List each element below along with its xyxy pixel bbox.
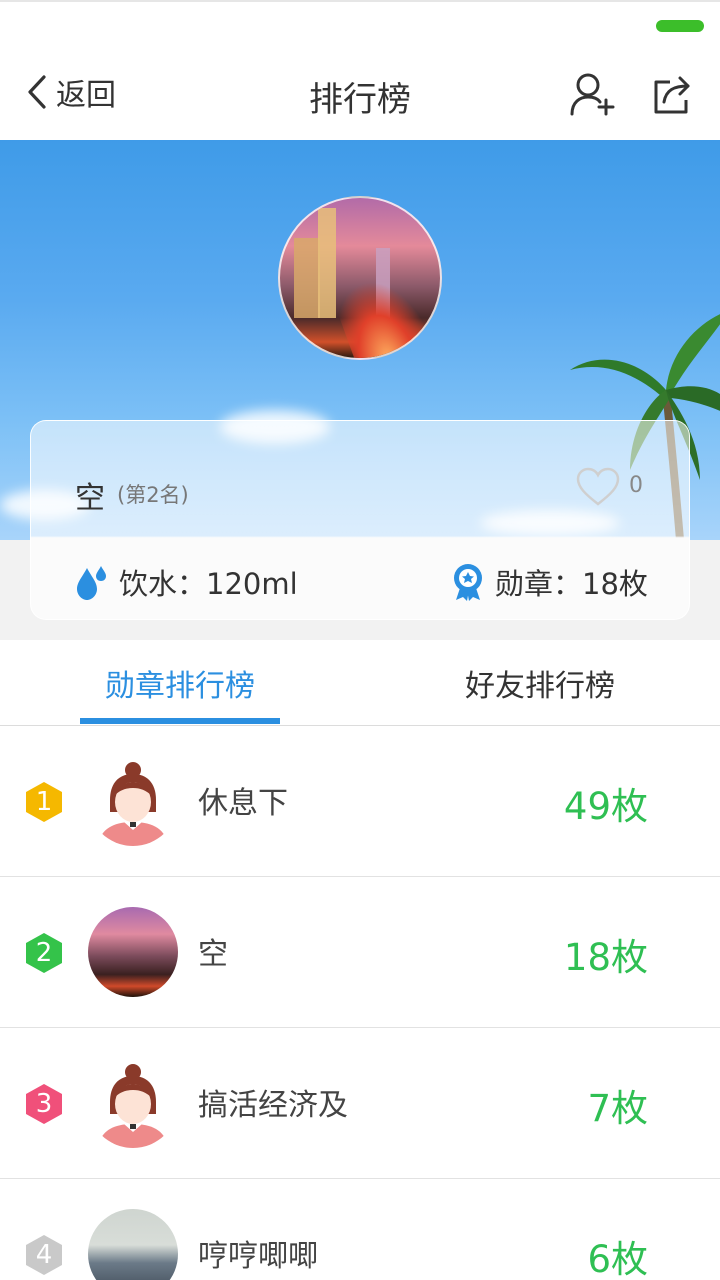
share-button[interactable] bbox=[648, 70, 696, 118]
medal-label: 勋章：18枚 bbox=[495, 567, 648, 601]
ranking-row[interactable]: 3 搞活经济及 7枚 bbox=[0, 1028, 720, 1179]
profile-name: 空 bbox=[75, 481, 105, 516]
medal-count: 7枚 bbox=[587, 1087, 648, 1130]
heart-icon[interactable] bbox=[575, 467, 621, 507]
avatar-building bbox=[294, 238, 320, 318]
user-name: 休息下 bbox=[198, 786, 288, 821]
user-avatar bbox=[88, 1209, 178, 1280]
rank-number: 3 bbox=[35, 1089, 53, 1119]
medal-icon bbox=[454, 564, 482, 601]
medal-count: 6枚 bbox=[587, 1238, 648, 1280]
share-icon bbox=[654, 76, 690, 114]
user-avatar bbox=[88, 907, 178, 997]
add-user-icon bbox=[570, 73, 615, 116]
girl-avatar-icon bbox=[98, 1064, 168, 1148]
water-label: 饮水：120ml bbox=[119, 567, 298, 601]
like-count: 0 bbox=[629, 473, 643, 498]
tab-friend-ranking[interactable]: 好友排行榜 bbox=[360, 640, 720, 726]
ranking-row[interactable]: 2 空 18枚 bbox=[0, 877, 720, 1028]
ranking-row[interactable]: 4 哼哼唧唧 6枚 bbox=[0, 1179, 720, 1280]
ranking-tabs: 勋章排行榜 好友排行榜 bbox=[0, 640, 720, 726]
rank-number: 1 bbox=[35, 787, 53, 817]
water-drop-icon bbox=[77, 566, 106, 600]
status-bar bbox=[0, 0, 720, 40]
add-friend-button[interactable] bbox=[568, 70, 616, 118]
profile-card: 空 (第2名) 0 饮水：120ml 勋章：18枚 bbox=[30, 420, 690, 620]
girl-avatar-icon bbox=[98, 762, 168, 846]
ranking-list: 1 休息下 49枚 2 空 18枚 3 搞活经济及 7枚 4 哼哼唧唧 6枚 bbox=[0, 726, 720, 1280]
status-indicator bbox=[656, 20, 704, 32]
medal-count: 18枚 bbox=[563, 936, 648, 979]
water-stat: 饮水：120ml bbox=[73, 561, 298, 603]
medal-count: 49枚 bbox=[563, 785, 648, 828]
top-bar: 返回 排行榜 bbox=[0, 40, 720, 140]
ranking-row[interactable]: 1 休息下 49枚 bbox=[0, 726, 720, 877]
rank-number: 2 bbox=[35, 938, 53, 968]
avatar-road bbox=[331, 267, 437, 358]
active-tab-indicator bbox=[80, 718, 280, 724]
profile-rank: (第2名) bbox=[117, 483, 189, 507]
rank-number: 4 bbox=[35, 1240, 53, 1270]
tab-medal-ranking[interactable]: 勋章排行榜 bbox=[0, 640, 360, 726]
user-name: 哼哼唧唧 bbox=[198, 1239, 318, 1274]
profile-avatar[interactable] bbox=[278, 196, 442, 360]
user-name: 空 bbox=[198, 937, 228, 972]
user-name: 搞活经济及 bbox=[198, 1088, 348, 1123]
medal-stat: 勋章：18枚 bbox=[451, 561, 648, 603]
